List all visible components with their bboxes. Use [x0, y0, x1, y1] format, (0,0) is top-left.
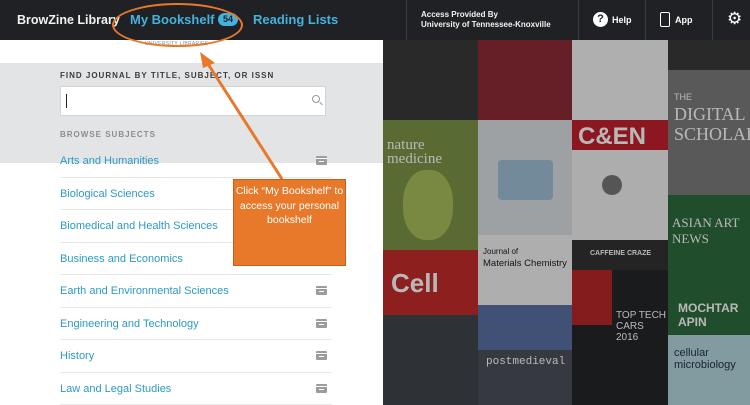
- subject-item[interactable]: Law and Legal Studies: [60, 373, 332, 405]
- phone-icon: [660, 12, 670, 27]
- search-icon[interactable]: [312, 95, 320, 103]
- journal-cover[interactable]: CAFFEINE CRAZE: [572, 240, 668, 270]
- brand-title[interactable]: BrowZine Library: [17, 13, 120, 27]
- subject-label: Biomedical and Health Sciences: [60, 220, 218, 232]
- subject-item[interactable]: Earth and Environmental Sciences: [60, 275, 332, 308]
- subject-item[interactable]: History: [60, 340, 332, 373]
- bookshelf-icon[interactable]: [316, 286, 327, 295]
- cover-illustration: [403, 170, 453, 240]
- subject-item[interactable]: Engineering and Technology: [60, 308, 332, 340]
- journal-cover-cell[interactable]: Cell: [383, 250, 478, 315]
- topbar-divider: [645, 0, 646, 40]
- subject-label: Arts and Humanities: [60, 155, 160, 167]
- subject-label: Biological Sciences: [60, 187, 155, 200]
- subject-item[interactable]: Arts and Humanities: [60, 145, 332, 178]
- journal-cover-materials-chemistry[interactable]: Journal of Materials Chemistry: [478, 235, 572, 305]
- journal-cover-top-tech-cars[interactable]: TOP TECH CARS 2016: [572, 270, 668, 405]
- cover-title: postmedieval: [486, 356, 566, 368]
- journal-cover[interactable]: [383, 40, 478, 120]
- topbar-divider: [712, 0, 713, 40]
- annotation-callout: Click “My Bookshelf” to access your pers…: [233, 179, 346, 266]
- access-provided-by: Access Provided By University of Tenness…: [421, 10, 551, 30]
- help-icon: ?: [593, 12, 608, 27]
- journal-covers-grid: nature medicine Cell Journal of Material…: [383, 40, 750, 405]
- access-line-2: University of Tennessee-Knoxville: [421, 20, 551, 29]
- find-journal-label: FIND JOURNAL BY TITLE, SUBJECT, OR ISSN: [60, 71, 275, 80]
- bookshelf-icon[interactable]: [316, 351, 327, 360]
- cover-title: DIGITAL SCHOLAR: [674, 104, 750, 144]
- journal-cover[interactable]: [383, 315, 478, 405]
- cover-artist: MOCHTAR APIN: [678, 301, 739, 329]
- app-button[interactable]: App: [660, 12, 693, 27]
- subject-label: History: [60, 350, 95, 362]
- nav-reading-lists[interactable]: Reading Lists: [253, 12, 338, 27]
- journal-cover[interactable]: [478, 40, 572, 120]
- topbar-divider: [406, 0, 407, 40]
- bookshelf-icon[interactable]: [316, 383, 327, 393]
- cover-headline: CAFFEINE CRAZE: [590, 250, 652, 257]
- journal-cover[interactable]: [478, 305, 572, 350]
- highlight-ring: [112, 3, 243, 47]
- cover-title: Materials Chemistry: [483, 258, 567, 269]
- cover-title: Cell: [391, 268, 439, 298]
- bookshelf-icon[interactable]: [316, 156, 327, 165]
- help-button[interactable]: ? Help: [593, 12, 632, 27]
- journal-cover[interactable]: [478, 120, 572, 235]
- journal-cover[interactable]: [572, 40, 668, 120]
- app-label: App: [675, 14, 693, 25]
- cover-subtitle: THE: [674, 92, 692, 102]
- cover-block: [572, 270, 612, 325]
- journal-cover[interactable]: [668, 40, 750, 70]
- cover-illustration: [498, 160, 553, 200]
- cover-title: TOP TECH CARS 2016: [616, 310, 667, 343]
- journal-cover-nature-medicine[interactable]: nature medicine: [383, 120, 478, 250]
- topbar-divider: [578, 0, 579, 40]
- browse-subjects-heading: BROWSE SUBJECTS: [60, 130, 156, 139]
- journal-cover-asian-art-news[interactable]: ASIAN ART NEWS MOCHTAR APIN: [668, 195, 750, 335]
- journal-cover-postmedieval[interactable]: postmedieval: [478, 350, 572, 405]
- journal-cover-cellular-microbiology[interactable]: cellular microbiology: [668, 335, 750, 405]
- settings-gear-icon[interactable]: ⚙: [727, 9, 742, 29]
- cover-title: cellular microbiology: [674, 347, 736, 371]
- journal-search-input[interactable]: [60, 86, 326, 116]
- help-label: Help: [612, 14, 632, 25]
- bookshelf-icon[interactable]: [316, 318, 327, 328]
- cover-title: C&EN: [578, 123, 647, 150]
- access-line-1: Access Provided By: [421, 10, 498, 19]
- subject-label: Engineering and Technology: [60, 317, 199, 330]
- subject-label: Earth and Environmental Sciences: [60, 285, 229, 297]
- subject-label: Business and Economics: [60, 252, 183, 265]
- cover-title: nature medicine: [387, 137, 442, 167]
- subject-label: Law and Legal Studies: [60, 382, 172, 395]
- text-cursor: [66, 94, 67, 108]
- molecule-illustration: [602, 175, 622, 195]
- journal-cover-cen[interactable]: C&EN: [572, 120, 668, 240]
- cover-title: ASIAN ART NEWS: [672, 215, 740, 246]
- cover-subtitle: Journal of: [483, 247, 519, 256]
- journal-cover-digital-scholar[interactable]: THE DIGITAL SCHOLAR: [668, 70, 750, 195]
